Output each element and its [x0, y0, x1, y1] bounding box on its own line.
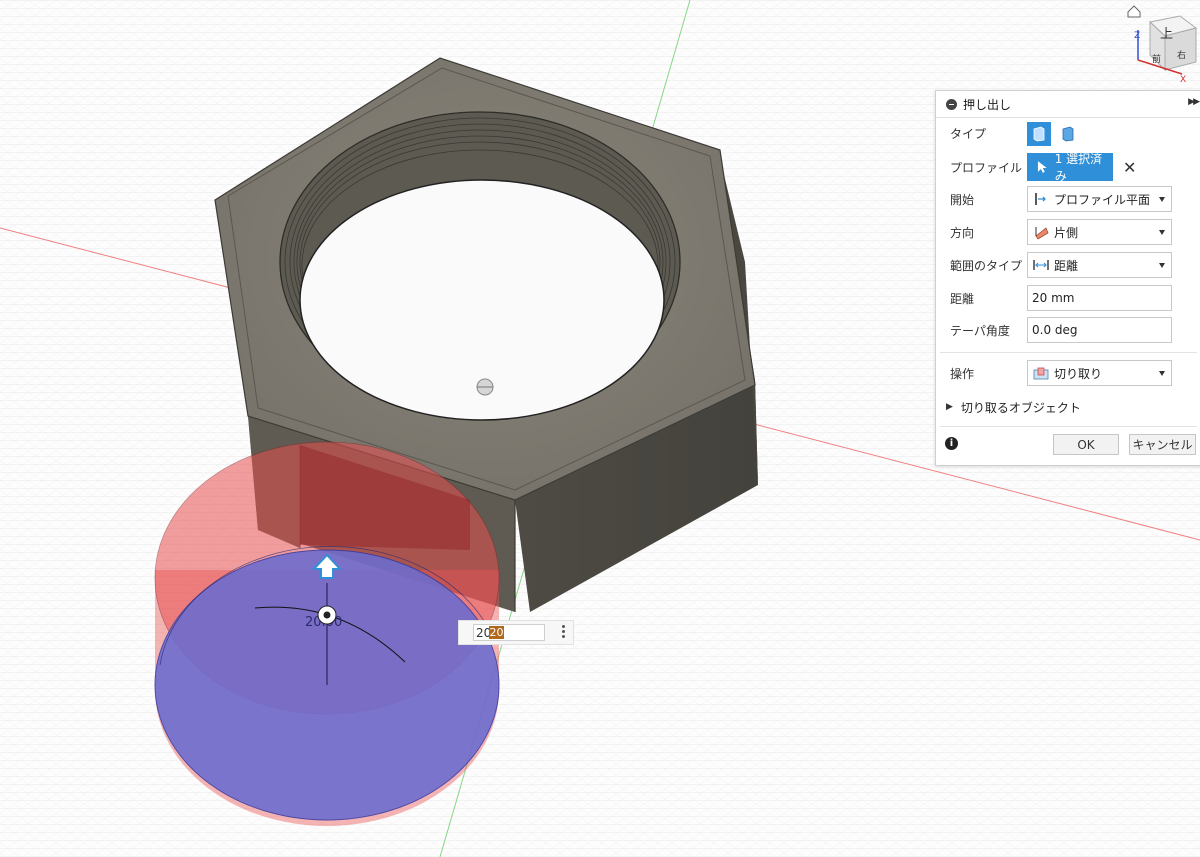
row-distance: 距離 20 mm: [950, 284, 1195, 312]
row-start: 開始 プロファイル平面: [950, 185, 1195, 213]
operation-label: 操作: [950, 366, 975, 381]
direction-label: 方向: [950, 225, 975, 240]
chevron-down-icon: [1159, 370, 1165, 376]
type-label: タイプ: [950, 126, 987, 141]
cut-icon: [1033, 367, 1049, 380]
row-extent-type: 範囲のタイプ 距離: [950, 251, 1195, 279]
distance-input[interactable]: 20 mm: [1027, 285, 1172, 311]
taper-label: テーパ角度: [950, 323, 1010, 338]
origin-marker: [476, 378, 494, 396]
chevron-down-icon: [1159, 196, 1165, 202]
profile-label: プロファイル: [950, 160, 1023, 175]
distance-hud-input[interactable]: [473, 624, 545, 641]
extrude-dialog: 押し出し ▶▶ タイプ プロファイル 1 選択済み ✕ 開始 プロファイル平面 …: [935, 90, 1200, 466]
surface-body-icon: [1062, 126, 1074, 142]
chevron-down-icon: [1159, 262, 1165, 268]
type-surface-button[interactable]: [1056, 122, 1080, 146]
one-side-icon: [1035, 227, 1049, 240]
start-label: 開始: [950, 192, 975, 207]
profile-plane-icon: [1035, 193, 1046, 205]
svg-text:上: 上: [1160, 27, 1173, 42]
objects-to-cut-toggle[interactable]: ▶ 切り取るオブジェクト: [946, 393, 1195, 421]
row-operation: 操作 切り取り: [950, 359, 1195, 387]
taper-angle-input[interactable]: 0.0 deg: [1027, 317, 1172, 343]
start-dropdown[interactable]: プロファイル平面: [1027, 186, 1172, 212]
divider: [940, 352, 1197, 353]
extent-type-dropdown[interactable]: 距離: [1027, 252, 1172, 278]
svg-text:Z: Z: [1134, 31, 1140, 41]
svg-text:右: 右: [1177, 49, 1186, 61]
direction-value: 片側: [1054, 225, 1079, 240]
svg-text:前: 前: [1152, 53, 1161, 65]
profile-selection-count: 1 選択済み: [1054, 152, 1103, 183]
triangle-right-icon: ▶: [946, 402, 953, 412]
row-type: タイプ: [950, 119, 1195, 147]
clear-selection-icon[interactable]: ✕: [1123, 158, 1136, 177]
operation-value: 切り取り: [1054, 366, 1103, 381]
start-value: プロファイル平面: [1054, 192, 1151, 207]
row-profile: プロファイル 1 選択済み ✕: [950, 152, 1195, 183]
cursor-icon: [1037, 161, 1047, 173]
divider: [940, 426, 1197, 427]
distance-hud-highlight: 20: [489, 626, 504, 639]
operation-dropdown[interactable]: 切り取り: [1027, 360, 1172, 386]
distance-label: 距離: [950, 291, 975, 306]
distance-icon: [1033, 260, 1049, 270]
dialog-title: 押し出し: [963, 97, 1012, 112]
svg-text:X: X: [1180, 75, 1186, 85]
direction-dropdown[interactable]: 片側: [1027, 219, 1172, 245]
profile-selection-button[interactable]: 1 選択済み: [1027, 152, 1113, 183]
distance-hud[interactable]: 20: [458, 620, 574, 645]
extent-type-label: 範囲のタイプ: [950, 258, 1023, 273]
cancel-button[interactable]: キャンセル: [1129, 434, 1196, 455]
type-solid-button[interactable]: [1027, 122, 1051, 146]
chevron-down-icon: [1159, 229, 1165, 235]
expand-icon[interactable]: ▶▶: [1188, 97, 1200, 107]
collapse-icon[interactable]: [946, 98, 957, 110]
more-options-icon[interactable]: [562, 625, 565, 640]
ok-button[interactable]: OK: [1053, 434, 1119, 455]
row-direction: 方向 片側: [950, 218, 1195, 246]
info-icon[interactable]: i: [945, 437, 958, 450]
dialog-header[interactable]: 押し出し ▶▶: [936, 91, 1200, 118]
objects-to-cut-label: 切り取るオブジェクト: [960, 400, 1081, 415]
row-taper: テーパ角度 0.0 deg: [950, 316, 1195, 344]
solid-body-icon: [1033, 126, 1045, 142]
extent-type-value: 距離: [1054, 258, 1079, 273]
